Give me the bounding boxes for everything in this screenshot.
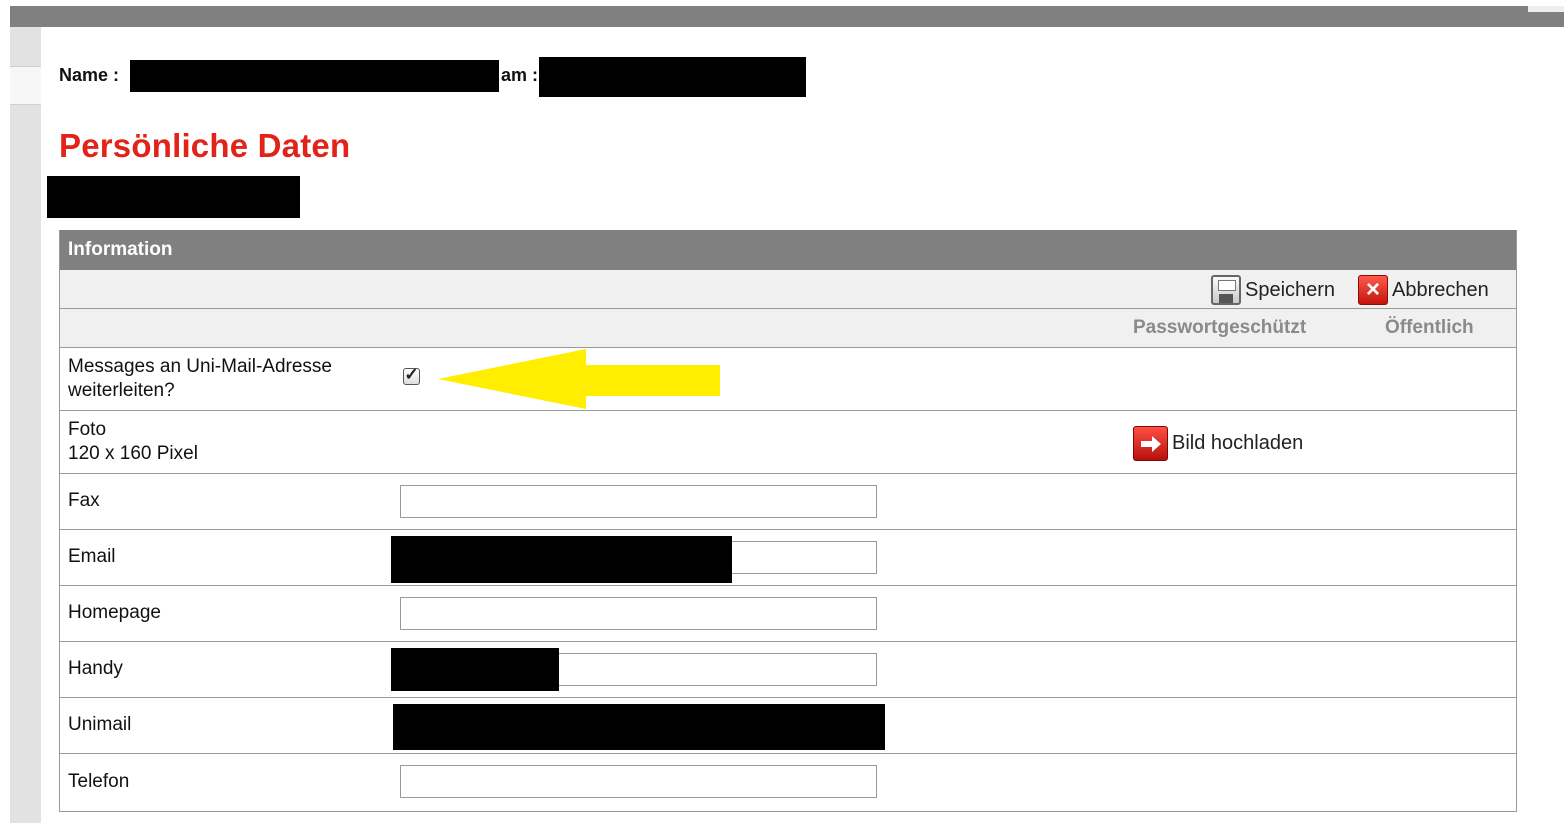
- yellow-arrow-annotation: [438, 349, 720, 409]
- row-homepage: Homepage: [60, 586, 1516, 642]
- forward-messages-checkbox[interactable]: ✓: [403, 366, 420, 385]
- sidebar-tab[interactable]: [10, 66, 41, 105]
- redacted-subtitle: [47, 176, 300, 218]
- save-icon: [1211, 275, 1241, 305]
- arrow-right-icon: [1133, 426, 1168, 461]
- unimail-label: Unimail: [68, 714, 132, 735]
- redacted-email: [391, 536, 732, 583]
- telefon-label: Telefon: [68, 771, 130, 792]
- cancel-button-label: Abbrechen: [1392, 278, 1489, 301]
- panel-header: Information: [60, 230, 1516, 270]
- forward-messages-label-line1: Messages an Uni-Mail-Adresse: [68, 356, 332, 377]
- top-bar: [10, 6, 1564, 27]
- email-label: Email: [68, 546, 116, 567]
- information-panel: Information Speichern × Abbrechen Passwo…: [59, 230, 1517, 812]
- row-email: Email: [60, 530, 1516, 586]
- row-forward-messages: Messages an Uni-Mail-Adresse weiterleite…: [60, 348, 1516, 411]
- redacted-name: [130, 60, 499, 92]
- column-public: Öffentlich: [1385, 317, 1474, 338]
- foto-label-line2: 120 x 160 Pixel: [68, 443, 198, 464]
- cancel-button[interactable]: × Abbrechen: [1358, 275, 1489, 305]
- upload-image-label: Bild hochladen: [1172, 432, 1304, 454]
- column-password-protected: Passwortgeschützt: [1133, 317, 1307, 338]
- redacted-unimail: [393, 704, 885, 750]
- save-button[interactable]: Speichern: [1211, 275, 1335, 305]
- homepage-label: Homepage: [68, 602, 161, 623]
- fax-input[interactable]: [400, 485, 877, 518]
- row-fax: Fax: [60, 474, 1516, 530]
- left-sidebar-strip: [10, 27, 41, 823]
- forward-messages-label-line2: weiterleiten?: [68, 380, 175, 401]
- redacted-date: [539, 57, 806, 97]
- close-icon: ×: [1358, 275, 1388, 305]
- row-unimail: Unimail: [60, 698, 1516, 754]
- telefon-input[interactable]: [400, 765, 877, 798]
- row-telefon: Telefon: [60, 754, 1516, 811]
- foto-label: Foto 120 x 160 Pixel: [68, 418, 198, 466]
- panel-toolbar: Speichern × Abbrechen: [60, 270, 1516, 309]
- fax-label: Fax: [68, 490, 100, 511]
- row-handy: Handy: [60, 642, 1516, 698]
- save-button-label: Speichern: [1245, 278, 1336, 301]
- handy-label: Handy: [68, 658, 123, 679]
- column-header-row: Passwortgeschützt Öffentlich: [60, 309, 1516, 348]
- name-label: Name :: [59, 65, 120, 85]
- redacted-handy: [391, 648, 559, 691]
- homepage-input[interactable]: [400, 597, 877, 630]
- row-foto: Foto 120 x 160 Pixel Bild hochladen: [60, 411, 1516, 474]
- forward-messages-label: Messages an Uni-Mail-Adresse weiterleite…: [68, 355, 332, 403]
- page-title: Persönliche Daten: [59, 127, 351, 164]
- foto-label-line1: Foto: [68, 419, 107, 440]
- top-bar-corner: [1528, 6, 1564, 12]
- upload-image-button[interactable]: Bild hochladen: [1133, 426, 1303, 461]
- am-label: am :: [501, 65, 539, 85]
